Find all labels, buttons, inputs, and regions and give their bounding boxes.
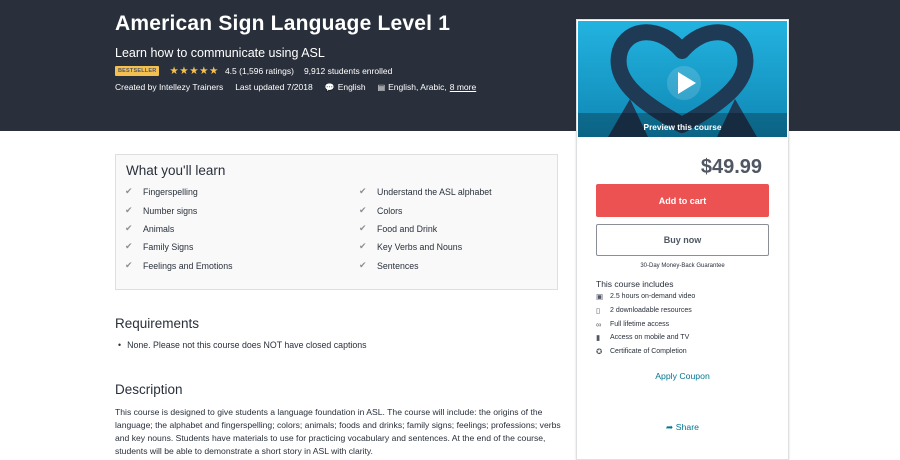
play-icon[interactable] <box>667 66 701 100</box>
learn-item-label: Animals <box>143 223 175 234</box>
check-icon: ✔ <box>359 260 367 270</box>
includes-item: ▣ 2.5 hours on-demand video <box>596 292 695 301</box>
captions: ▤ English, Arabic, 8 more <box>378 82 477 92</box>
requirements-title: Requirements <box>115 316 200 331</box>
learn-item-label: Number signs <box>143 205 198 216</box>
course-title: American Sign Language Level 1 <box>115 12 451 35</box>
file-icon: ▯ <box>596 306 601 315</box>
description-text: This course is designed to give students… <box>115 407 561 456</box>
learn-item-label: Feelings and Emotions <box>143 260 233 271</box>
check-icon: ✔ <box>125 260 133 270</box>
learn-item-label: Fingerspelling <box>143 186 198 197</box>
buy-now-button[interactable]: Buy now <box>596 224 769 256</box>
check-icon: ✔ <box>359 186 367 196</box>
video-icon: ▣ <box>596 292 604 301</box>
includes-item-label: 2.5 hours on-demand video <box>610 293 696 300</box>
learn-item: ✔ Understand the ASL alphabet <box>359 186 492 197</box>
includes-item: ▮ Access on mobile and TV <box>596 333 689 342</box>
course-meta: Created by Intellezy Trainers Last updat… <box>115 81 488 93</box>
last-updated: Last updated 7/2018 <box>235 82 313 92</box>
purchase-sidebar: Preview this course $49.99 Add to cart B… <box>576 19 789 460</box>
learn-item: ✔ Sentences <box>359 260 419 271</box>
learn-item-label: Understand the ASL alphabet <box>377 186 492 197</box>
share-link[interactable]: ➦ Share <box>577 422 788 433</box>
learn-item: ✔ Colors <box>359 205 402 216</box>
course-subtitle: Learn how to communicate using ASL <box>115 46 325 60</box>
includes-title: This course includes <box>596 279 674 289</box>
learn-item: ✔ Number signs <box>125 205 197 216</box>
language-label: English <box>337 82 366 92</box>
money-back-guarantee: 30-Day Money-Back Guarantee <box>640 263 725 269</box>
check-icon: ✔ <box>125 241 133 251</box>
learn-item: ✔ Feelings and Emotions <box>125 260 233 271</box>
what-youll-learn-box: What you'll learn ✔ Fingerspelling ✔ Numbe… <box>115 154 558 290</box>
share-label: Share <box>675 422 699 432</box>
learn-title: What you'll learn <box>126 163 226 178</box>
course-preview[interactable]: Preview this course <box>578 21 787 137</box>
learn-item-label: Food and Drink <box>377 223 438 234</box>
includes-item-label: 2 downloadable resources <box>610 307 692 314</box>
learn-item: ✔ Family Signs <box>125 241 193 252</box>
bestseller-badge: BESTSELLER <box>115 66 160 76</box>
preview-label: Preview this course <box>643 122 722 132</box>
captions-icon: ▤ <box>377 82 386 92</box>
learn-item-label: Family Signs <box>143 241 194 252</box>
check-icon: ✔ <box>359 223 367 233</box>
includes-item: ∞ Full lifetime access <box>596 320 669 329</box>
includes-item-label: Access on mobile and TV <box>610 334 690 341</box>
check-icon: ✔ <box>359 205 367 215</box>
requirement-item: None. Please not this course does NOT ha… <box>118 340 366 350</box>
includes-item-label: Certificate of Completion <box>610 348 687 355</box>
check-icon: ✔ <box>359 241 367 251</box>
share-icon: ➦ <box>666 422 676 432</box>
learn-item-label: Sentences <box>377 260 419 271</box>
includes-item: ▯ 2 downloadable resources <box>596 306 692 315</box>
learn-item-label: Key Verbs and Nouns <box>377 241 463 252</box>
check-icon: ✔ <box>125 223 133 233</box>
learn-item: ✔ Animals <box>125 223 174 234</box>
includes-item: ✪ Certificate of Completion <box>596 347 687 356</box>
certificate-icon: ✪ <box>596 347 603 356</box>
enrolled-count: 9,912 students enrolled <box>303 66 393 76</box>
course-price: $49.99 <box>700 156 762 178</box>
learn-item: ✔ Key Verbs and Nouns <box>359 241 462 252</box>
language: 💬 English <box>325 82 366 92</box>
includes-item-label: Full lifetime access <box>610 321 670 328</box>
learn-item: ✔ Fingerspelling <box>125 186 198 197</box>
mobile-icon: ▮ <box>596 333 601 342</box>
rating-count[interactable]: 4.5 (1,596 ratings) <box>225 66 294 76</box>
infinity-icon: ∞ <box>596 320 602 329</box>
star-rating-icon: ★★★★★ <box>169 65 219 77</box>
captions-more-link[interactable]: 8 more <box>450 82 476 92</box>
check-icon: ✔ <box>125 186 133 196</box>
rating-row: BESTSELLER ★★★★★ 4.5 (1,596 ratings) 9,9… <box>115 65 392 77</box>
learn-item-label: Colors <box>377 205 403 216</box>
apply-coupon-link[interactable]: Apply Coupon <box>577 371 788 381</box>
description-title: Description <box>115 382 183 397</box>
learn-item: ✔ Food and Drink <box>359 223 437 234</box>
captions-label: English, Arabic, <box>388 82 447 92</box>
speech-bubble-icon: 💬 <box>324 82 335 92</box>
add-to-cart-button[interactable]: Add to cart <box>596 184 769 217</box>
check-icon: ✔ <box>125 205 133 215</box>
created-by[interactable]: Created by Intellezy Trainers <box>115 82 223 92</box>
